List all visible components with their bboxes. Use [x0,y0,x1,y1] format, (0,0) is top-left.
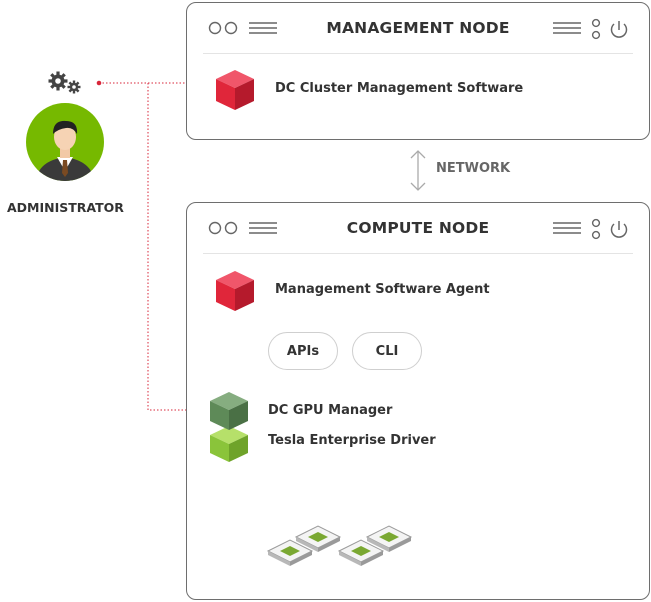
management-node-header: MANAGEMENT NODE [203,3,633,54]
cube-icon [216,271,254,311]
header-actions [551,213,633,243]
cube-icon [210,426,248,462]
header-actions [551,13,633,43]
gpu-manager-driver-cubes [207,390,251,464]
gear-icon [67,80,81,94]
compute-node-header: COMPUTE NODE [203,203,633,254]
cube-icon [210,392,248,430]
administrator-gear-icons [46,69,84,95]
vertical-dots-icon [591,18,601,40]
agent-cube [214,269,256,313]
management-software-cube [214,68,256,112]
menu-lines-icon [553,22,581,34]
driver-label: Tesla Enterprise Driver [268,433,436,448]
network-label: NETWORK [436,161,511,176]
menu-lines-icon [553,222,581,234]
administrator-avatar [26,103,104,181]
network-arrow [410,150,426,191]
cube-icon [216,70,254,110]
power-icon [610,221,628,238]
management-software-label: DC Cluster Management Software [275,81,524,96]
vertical-dots-icon [591,218,601,240]
agent-label: Management Software Agent [275,282,490,297]
gpu-manager-label: DC GPU Manager [268,403,393,418]
administrator-label: ADMINISTRATOR [7,200,124,215]
connector-dot [96,80,102,86]
apis-pill: APIs [268,332,338,370]
power-icon [610,21,628,38]
compute-node-panel: COMPUTE NODE [186,202,650,600]
cli-pill: CLI [352,332,422,370]
gear-icon [48,71,68,91]
